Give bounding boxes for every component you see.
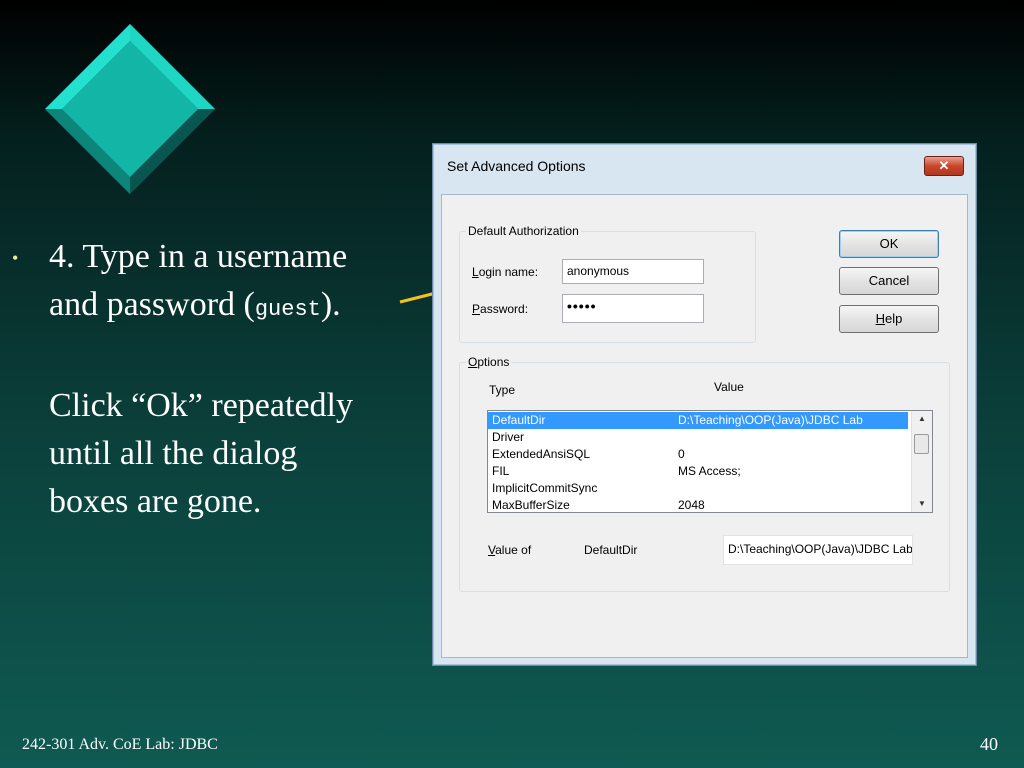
- option-value: 0: [678, 447, 685, 461]
- options-row[interactable]: DefaultDir D:\Teaching\OOP(Java)\JDBC Lab: [488, 412, 908, 429]
- login-name-label: Login name:: [472, 265, 539, 279]
- value-column-header: Value: [714, 380, 744, 394]
- password-input[interactable]: •••••: [562, 294, 704, 323]
- dialog-title: Set Advanced Options: [447, 158, 586, 174]
- set-advanced-options-dialog: Set Advanced Options ✕ Default Authoriza…: [432, 143, 977, 666]
- default-authorization-label: Default Authorization: [466, 224, 581, 238]
- options-listbox[interactable]: DefaultDir D:\Teaching\OOP(Java)\JDBC Lab…: [487, 410, 933, 513]
- option-type: ExtendedAnsiSQL: [492, 447, 591, 461]
- page-number: 40: [980, 734, 998, 754]
- close-icon: ✕: [938, 158, 950, 173]
- guest-code: guest: [254, 297, 321, 322]
- options-group-label: Options: [466, 355, 512, 369]
- option-type: FIL: [492, 464, 510, 478]
- option-type: Driver: [492, 430, 524, 444]
- bullet-para2-line-3: boxes are gone.: [49, 483, 262, 520]
- value-of-key: DefaultDir: [584, 543, 638, 557]
- option-value: D:\Teaching\OOP(Java)\JDBC Lab: [678, 413, 863, 427]
- bullet-line-2: and password (guest).: [49, 281, 429, 334]
- slide: • 4. Type in a username and password (gu…: [0, 0, 1024, 768]
- bullet-line-1: 4. Type in a username: [49, 238, 348, 275]
- options-row[interactable]: Driver: [488, 429, 908, 446]
- diamond-decoration: [45, 24, 215, 194]
- options-scrollbar[interactable]: ▲ ▼: [911, 411, 932, 512]
- options-row[interactable]: ExtendedAnsiSQL 0: [488, 446, 908, 463]
- scroll-thumb[interactable]: [914, 434, 929, 454]
- bullet-line-2-pre: and password (: [49, 286, 255, 323]
- close-button[interactable]: ✕: [924, 156, 964, 176]
- option-type: DefaultDir: [492, 413, 546, 427]
- login-name-input[interactable]: anonymous: [562, 259, 704, 284]
- option-value: 2048: [678, 498, 705, 512]
- options-row[interactable]: ImplicitCommitSync: [488, 480, 908, 497]
- option-value: MS Access;: [678, 464, 741, 478]
- password-label: Password:: [472, 302, 529, 316]
- option-type: MaxBufferSize: [492, 498, 570, 512]
- type-column-header: Type: [489, 383, 516, 397]
- bullet-line-2-post: ).: [320, 286, 341, 323]
- option-type: ImplicitCommitSync: [492, 481, 598, 495]
- scroll-down-icon[interactable]: ▼: [912, 496, 932, 512]
- options-row[interactable]: FIL MS Access;: [488, 463, 908, 480]
- cancel-button[interactable]: Cancel: [839, 267, 939, 295]
- value-of-label: Value of: [488, 543, 532, 557]
- footer-course: 242-301 Adv. CoE Lab: JDBC: [22, 736, 218, 753]
- bullet-text: 4. Type in a username and password (gues…: [49, 233, 429, 526]
- ok-button[interactable]: OK: [839, 230, 939, 258]
- bullet-para2-line-2: until all the dialog: [49, 435, 298, 472]
- bullet-para2-line-1: Click “Ok” repeatedly: [49, 387, 353, 424]
- default-authorization-group: Default Authorization Login name: anonym…: [459, 224, 756, 343]
- dialog-client-area: Default Authorization Login name: anonym…: [441, 194, 968, 658]
- bullet-icon: •: [12, 248, 19, 268]
- scroll-up-icon[interactable]: ▲: [912, 411, 932, 427]
- value-of-input[interactable]: D:\Teaching\OOP(Java)\JDBC Lab: [723, 535, 913, 565]
- options-row[interactable]: MaxBufferSize 2048: [488, 497, 908, 512]
- help-button[interactable]: Help: [839, 305, 939, 333]
